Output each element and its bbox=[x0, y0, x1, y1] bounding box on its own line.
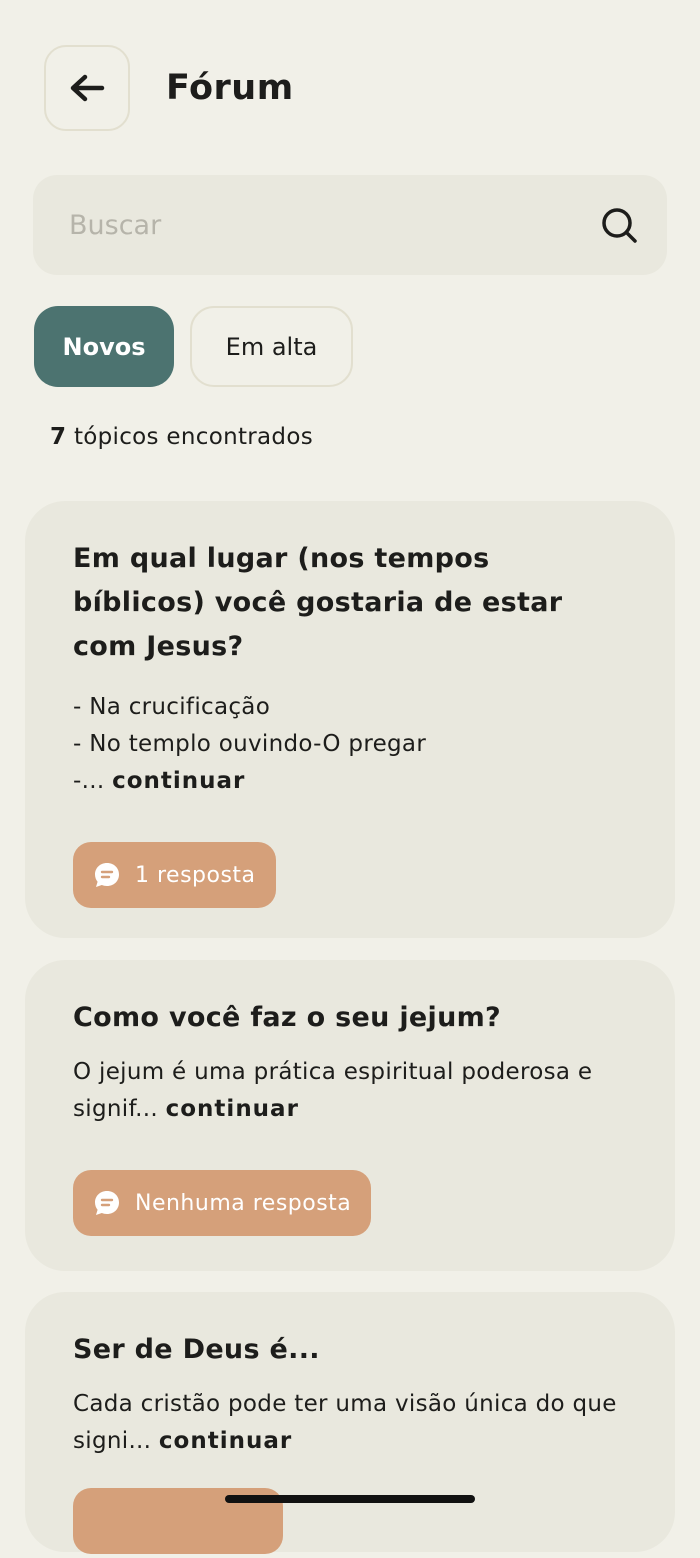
filter-tabs: Novos Em alta bbox=[34, 306, 353, 387]
back-button[interactable] bbox=[44, 45, 130, 131]
continue-link[interactable]: continuar bbox=[166, 1096, 299, 1122]
results-count-label: tópicos encontrados bbox=[73, 424, 313, 450]
chat-bubble-icon bbox=[93, 861, 121, 889]
topic-title[interactable]: Em qual lugar (nos tempos bíblicos) você… bbox=[73, 537, 627, 669]
reply-count-badge[interactable]: 1 resposta bbox=[73, 842, 276, 908]
topic-excerpt-text: O jejum é uma prática espiritual poderos… bbox=[73, 1059, 593, 1122]
topic-card[interactable]: Como você faz o seu jejum? O jejum é uma… bbox=[25, 960, 675, 1271]
topic-title[interactable]: Ser de Deus é... bbox=[73, 1328, 627, 1372]
chat-bubble-icon bbox=[93, 1189, 121, 1217]
reply-count-label: 1 resposta bbox=[135, 862, 256, 888]
topic-excerpt: Cada cristão pode ter uma visão única do… bbox=[73, 1386, 627, 1460]
tab-novos[interactable]: Novos bbox=[34, 306, 174, 387]
tab-em-alta[interactable]: Em alta bbox=[190, 306, 353, 387]
topic-card[interactable]: Em qual lugar (nos tempos bíblicos) você… bbox=[25, 501, 675, 938]
arrow-left-icon bbox=[69, 73, 105, 103]
reply-count-label: Nenhuma resposta bbox=[135, 1190, 352, 1216]
reply-count-badge[interactable]: Nenhuma resposta bbox=[73, 1170, 372, 1236]
header: Fórum bbox=[44, 45, 294, 131]
results-count-number: 7 bbox=[50, 424, 67, 450]
continue-link[interactable]: continuar bbox=[112, 768, 245, 794]
results-count: 7 tópicos encontrados bbox=[50, 424, 313, 450]
topic-excerpt: O jejum é uma prática espiritual poderos… bbox=[73, 1054, 627, 1128]
search-bar bbox=[33, 175, 667, 275]
search-icon[interactable] bbox=[599, 205, 639, 245]
page-title: Fórum bbox=[166, 68, 294, 108]
continue-link[interactable]: continuar bbox=[159, 1428, 292, 1454]
topic-card[interactable]: Ser de Deus é... Cada cristão pode ter u… bbox=[25, 1292, 675, 1554]
topic-title[interactable]: Como você faz o seu jejum? bbox=[73, 996, 627, 1040]
topic-excerpt: - Na crucificação - No templo ouvindo-O … bbox=[73, 689, 627, 800]
home-indicator bbox=[225, 1495, 475, 1503]
topic-excerpt-text: Cada cristão pode ter uma visão única do… bbox=[73, 1391, 617, 1454]
search-input[interactable] bbox=[67, 208, 599, 242]
